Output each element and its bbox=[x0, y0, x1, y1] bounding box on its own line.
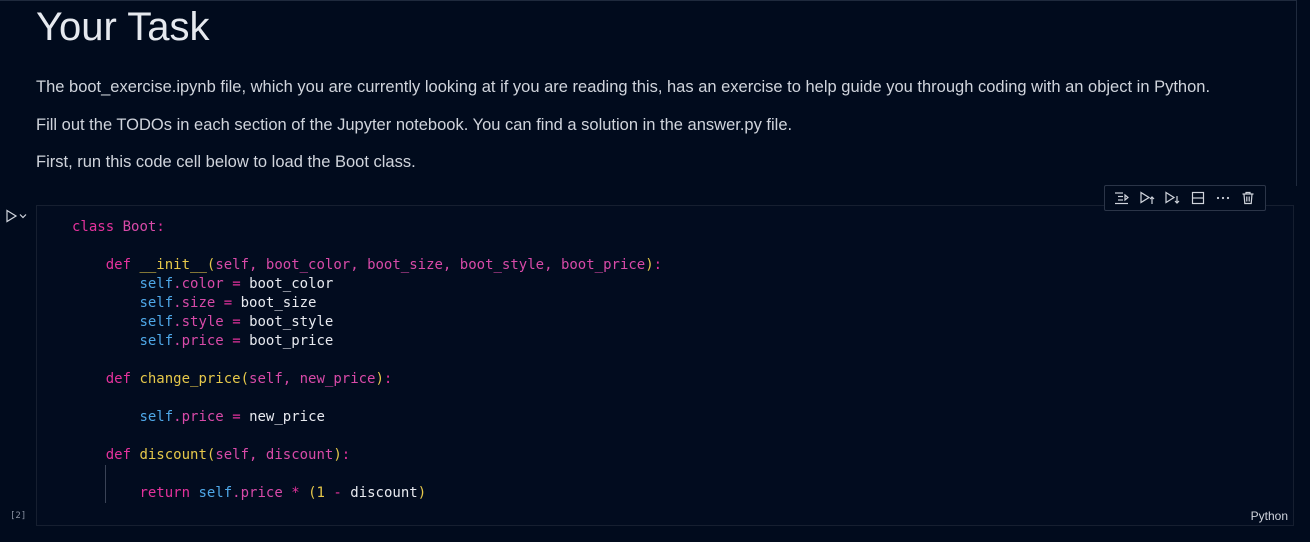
code-line: return self.price * (1 - discount) bbox=[139, 485, 427, 501]
code-cell-editor[interactable]: class Boot: def __init__(self, boot_colo… bbox=[36, 205, 1294, 526]
cell-toolbar bbox=[1104, 185, 1266, 211]
more-actions-icon[interactable] bbox=[1212, 188, 1234, 208]
chevron-down-icon[interactable] bbox=[18, 211, 28, 221]
notebook-page: Your Task The boot_exercise.ipynb file, … bbox=[0, 0, 1310, 542]
delete-cell-icon[interactable] bbox=[1237, 188, 1259, 208]
execute-above-icon[interactable] bbox=[1136, 188, 1158, 208]
instruction-paragraph-1: The boot_exercise.ipynb file, which you … bbox=[36, 78, 1211, 96]
code-line: self.price = new_price bbox=[139, 409, 325, 425]
markdown-cell[interactable]: Your Task The boot_exercise.ipynb file, … bbox=[0, 0, 1297, 186]
execution-count: [2] bbox=[10, 511, 27, 521]
code-line: def __init__(self, boot_color, boot_size… bbox=[105, 257, 663, 273]
instruction-paragraph-3: First, run this code cell below to load … bbox=[36, 153, 416, 171]
page-title: Your Task bbox=[36, 5, 210, 49]
split-cell-icon[interactable] bbox=[1187, 188, 1209, 208]
execute-below-icon[interactable] bbox=[1161, 188, 1183, 208]
code-line: def change_price(self, new_price): bbox=[105, 371, 393, 387]
code-line: self.style = boot_style bbox=[139, 314, 334, 330]
run-cell-icon[interactable] bbox=[4, 209, 18, 223]
instruction-paragraph-2: Fill out the TODOs in each section of th… bbox=[36, 116, 793, 134]
code-content[interactable]: class Boot: def __init__(self, boot_colo… bbox=[72, 218, 662, 503]
cell-run-controls bbox=[4, 207, 36, 225]
code-line: def discount(self, discount): bbox=[105, 447, 351, 463]
code-line: self.size = boot_size bbox=[139, 295, 317, 311]
code-line: self.color = boot_color bbox=[139, 276, 334, 292]
code-line: self.price = boot_price bbox=[139, 333, 334, 349]
code-line: class Boot: bbox=[72, 219, 165, 235]
run-by-line-icon[interactable] bbox=[1111, 188, 1133, 208]
cell-language-label[interactable]: Python bbox=[1251, 509, 1288, 523]
